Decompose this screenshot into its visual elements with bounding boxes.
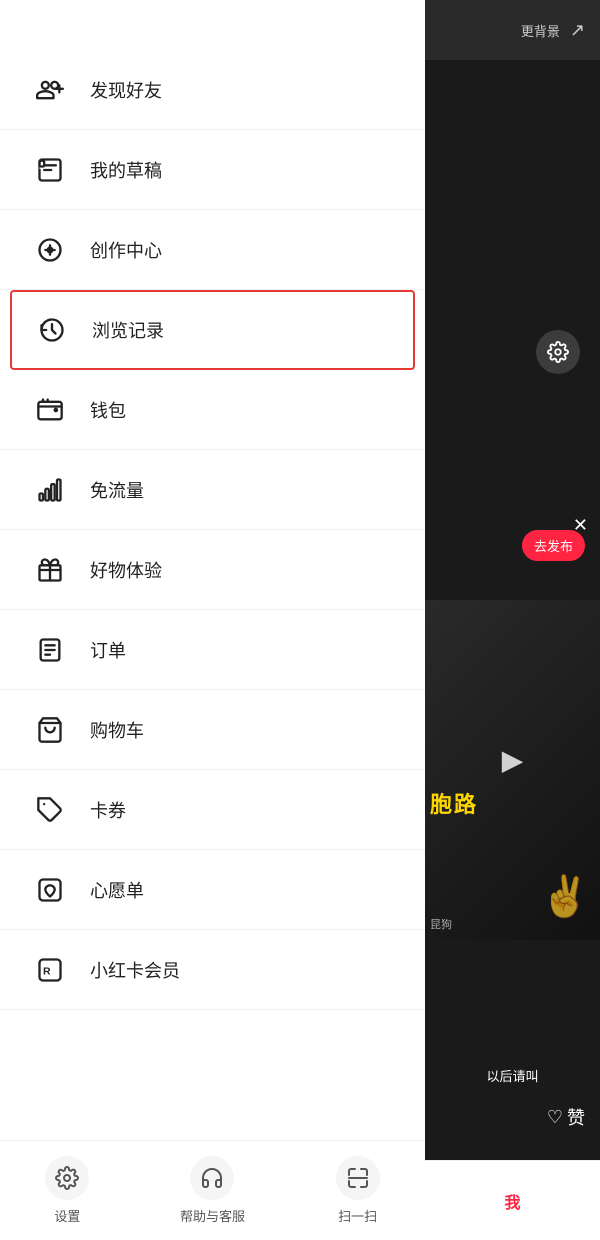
menu-label-find-friends: 发现好友 <box>90 77 162 103</box>
signal-icon <box>30 470 70 510</box>
heart-icon: ♡ <box>547 1107 563 1128</box>
menu-label-browse-history: 浏览记录 <box>92 317 164 343</box>
settings-label: 设置 <box>54 1206 80 1225</box>
video-tag: 昆狗 <box>430 916 452 932</box>
headset-icon-wrapper <box>190 1156 234 1200</box>
help-label: 帮助与客服 <box>180 1206 245 1225</box>
menu-item-creation-center[interactable]: 创作中心 <box>0 210 425 290</box>
menu-label-creation-center: 创作中心 <box>90 237 162 263</box>
gift-icon <box>30 550 70 590</box>
nav-tab-me[interactable]: 我 <box>425 1160 600 1240</box>
menu-label-vip: 小红卡会员 <box>90 957 180 983</box>
coupon-icon <box>30 790 70 830</box>
bottom-action-help[interactable]: 帮助与客服 <box>180 1156 245 1225</box>
menu-item-wishlist[interactable]: 心愿单 <box>0 850 425 930</box>
share-icon[interactable]: ↗ <box>570 20 585 41</box>
creation-icon <box>30 230 70 270</box>
scan-icon <box>346 1166 370 1190</box>
scan-label: 扫一扫 <box>338 1206 377 1225</box>
menu-item-my-drafts[interactable]: 我的草稿 <box>0 130 425 210</box>
menu-item-vip[interactable]: R 小红卡会员 <box>0 930 425 1010</box>
menu-label-free-data: 免流量 <box>90 477 144 503</box>
like-label: 赞 <box>567 1104 585 1130</box>
menu-item-wallet[interactable]: 钱包 <box>0 370 425 450</box>
menu-item-find-friends[interactable]: 发现好友 <box>0 50 425 130</box>
menu-label-good-experience: 好物体验 <box>90 557 162 583</box>
play-icon: ▶ <box>502 744 524 777</box>
bottom-action-settings[interactable]: 设置 <box>45 1156 89 1225</box>
menu-label-shopping-cart: 购物车 <box>90 717 144 743</box>
menu-list: 发现好友 我的草稿 <box>0 0 425 1010</box>
menu-item-free-data[interactable]: 免流量 <box>0 450 425 530</box>
svg-text:R: R <box>43 965 51 977</box>
bottom-action-bar: 设置 帮助与客服 扫一扫 <box>0 1140 425 1240</box>
menu-item-coupons[interactable]: 卡券 <box>0 770 425 850</box>
video-thumbnail[interactable]: ▶ 胞路 ✌ 昆狗 <box>425 600 600 940</box>
menu-item-orders[interactable]: 订单 <box>0 610 425 690</box>
right-bottom-label: 以后请叫 <box>425 1066 600 1085</box>
like-area[interactable]: ♡ 赞 <box>547 1104 585 1130</box>
nav-me-label: 我 <box>504 1189 520 1213</box>
menu-item-browse-history[interactable]: 浏览记录 <box>10 290 415 370</box>
menu-label-wishlist: 心愿单 <box>90 877 144 903</box>
draft-icon <box>30 150 70 190</box>
gear-icon <box>55 1166 79 1190</box>
settings-icon-wrapper <box>45 1156 89 1200</box>
bottom-action-scan[interactable]: 扫一扫 <box>336 1156 380 1225</box>
menu-item-shopping-cart[interactable]: 购物车 <box>0 690 425 770</box>
video-hand-graphic: ✌ <box>540 873 590 920</box>
vip-icon: R <box>30 950 70 990</box>
background-text: 更背景 <box>521 21 560 40</box>
right-top-bar: 更背景 ↗ <box>425 0 600 60</box>
order-icon <box>30 630 70 670</box>
left-menu-panel: 发现好友 我的草稿 <box>0 0 425 1240</box>
right-gear-button[interactable] <box>536 330 580 374</box>
headset-icon <box>200 1166 224 1190</box>
publish-button[interactable]: 去发布 <box>522 530 585 561</box>
scan-icon-wrapper <box>336 1156 380 1200</box>
menu-label-wallet: 钱包 <box>90 397 126 423</box>
wallet-icon <box>30 390 70 430</box>
video-overlay-text: 胞路 <box>430 787 478 819</box>
menu-label-coupons: 卡券 <box>90 797 126 823</box>
menu-item-good-experience[interactable]: 好物体验 <box>0 530 425 610</box>
history-icon <box>32 310 72 350</box>
menu-label-orders: 订单 <box>90 637 126 663</box>
menu-label-my-drafts: 我的草稿 <box>90 157 162 183</box>
cart-icon <box>30 710 70 750</box>
add-user-icon <box>30 70 70 110</box>
wishlist-icon <box>30 870 70 910</box>
